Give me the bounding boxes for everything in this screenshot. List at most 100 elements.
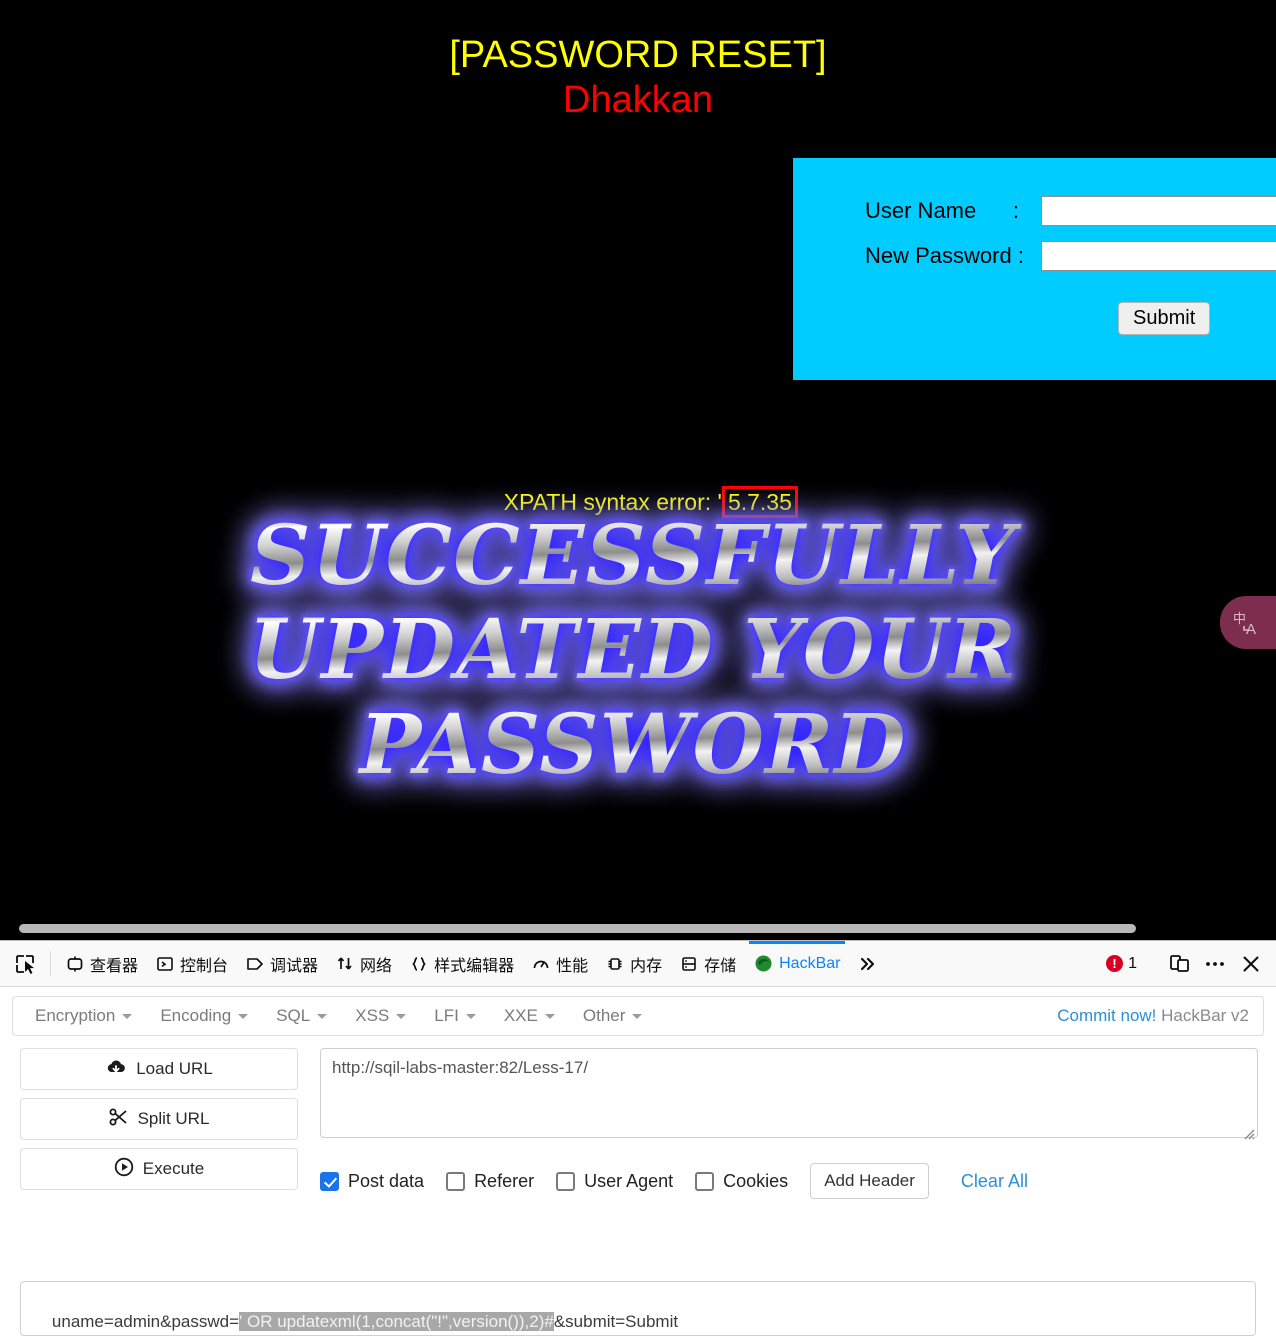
chevron-down-icon [122, 1013, 133, 1019]
scissors-icon [109, 1108, 129, 1131]
menu-sql[interactable]: SQL [262, 1002, 341, 1030]
tab-memory[interactable]: 内存 [597, 941, 671, 986]
hackbar-icon [754, 954, 773, 973]
commit-now-label: Commit now! [1057, 1006, 1157, 1025]
hackbar-url-section: Post data Referer User Agent Cookies Add… [320, 1048, 1258, 1199]
tab-console[interactable]: 控制台 [147, 941, 237, 986]
tab-performance[interactable]: 性能 [523, 941, 597, 986]
menu-xxe[interactable]: XXE [490, 1002, 569, 1030]
debugger-icon [246, 955, 264, 973]
page-subtitle: Dhakkan [563, 78, 713, 121]
hackbar-version-label: HackBar v2 [1156, 1006, 1249, 1025]
play-circle-icon [114, 1157, 134, 1182]
error-count-button[interactable]: ! 1 [1098, 955, 1145, 973]
referer-checkbox[interactable]: Referer [446, 1171, 534, 1192]
tab-network[interactable]: 网络 [327, 941, 401, 986]
tab-storage[interactable]: 存储 [671, 941, 745, 986]
success-line-3: PASSWORD [178, 704, 1088, 786]
tab-inspector[interactable]: 查看器 [57, 941, 147, 986]
devtools-tab-list: 查看器 控制台 调试器 网络 样式编辑器 性能 内存 存储 HackBar [57, 941, 887, 986]
tab-performance-label: 性能 [556, 957, 589, 975]
commit-now-link[interactable]: Commit now! HackBar v2 [1057, 1006, 1255, 1026]
success-line-1: SUCCESSFULLY [169, 515, 1097, 597]
username-row: User Name : [865, 193, 1276, 229]
username-label: User Name : [865, 198, 1020, 223]
tab-inspector-label: 查看器 [90, 957, 139, 975]
tab-debugger[interactable]: 调试器 [237, 941, 327, 986]
post-data-label: Post data [348, 1170, 425, 1191]
checkbox-unchecked-icon [695, 1171, 715, 1191]
post-data-input[interactable]: uname=admin&passwd=' OR updatexml(1,conc… [20, 1281, 1256, 1336]
memory-icon [606, 955, 624, 973]
username-input[interactable] [1040, 196, 1276, 226]
style-editor-icon [410, 955, 428, 973]
referer-label: Referer [474, 1170, 535, 1191]
menu-xss-label: XSS [355, 1006, 390, 1025]
menu-other-label: Other [582, 1006, 626, 1025]
page-horizontal-scrollbar[interactable] [0, 918, 1276, 940]
chevron-down-icon [465, 1013, 476, 1019]
user-agent-checkbox[interactable]: User Agent [556, 1171, 673, 1192]
chevron-double-right-icon [858, 955, 878, 973]
responsive-design-mode-button[interactable] [1162, 947, 1196, 981]
success-line-2: UPDATED YOUR [178, 609, 1088, 691]
user-agent-label: User Agent [584, 1170, 674, 1191]
add-header-button[interactable]: Add Header [810, 1163, 929, 1199]
error-count-label: 1 [1128, 954, 1137, 972]
execute-button[interactable]: Execute [20, 1148, 298, 1190]
scrollbar-thumb[interactable] [19, 924, 1136, 933]
password-row: New Password : [865, 238, 1276, 274]
post-data-checkbox[interactable]: Post data [320, 1171, 424, 1192]
element-picker-icon [16, 954, 34, 974]
hackbar-menubar: Encryption Encoding SQL XSS LFI XXE Othe… [12, 996, 1264, 1036]
devtools-panel: 查看器 控制台 调试器 网络 样式编辑器 性能 内存 存储 HackBar ! … [0, 940, 1276, 1336]
storage-icon [680, 955, 698, 973]
chevron-down-icon [632, 1013, 643, 1019]
clear-all-button[interactable]: Clear All [961, 1171, 1028, 1192]
element-picker-button[interactable] [6, 941, 44, 986]
execute-label: Execute [142, 1159, 205, 1178]
split-url-button[interactable]: Split URL [20, 1098, 298, 1140]
tab-hackbar[interactable]: HackBar [745, 941, 849, 986]
tab-style-editor[interactable]: 样式编辑器 [401, 941, 523, 986]
load-url-button[interactable]: Load URL [20, 1048, 298, 1090]
menu-encryption-label: Encryption [35, 1006, 116, 1025]
close-devtools-button[interactable] [1234, 947, 1268, 981]
cookies-checkbox[interactable]: Cookies [695, 1171, 788, 1192]
post-data-selection: ' OR updatexml(1,concat("!",version()),2… [239, 1312, 554, 1331]
tab-storage-label: 存储 [704, 957, 737, 975]
checkbox-checked-icon [320, 1171, 339, 1191]
checkbox-unchecked-icon [446, 1171, 466, 1191]
toolbar-divider [50, 951, 51, 976]
network-icon [336, 955, 354, 973]
devtools-toolbar: 查看器 控制台 调试器 网络 样式编辑器 性能 内存 存储 HackBar ! … [0, 941, 1276, 987]
tab-memory-label: 内存 [630, 957, 663, 975]
split-url-label: Split URL [137, 1109, 210, 1128]
more-options-button[interactable] [1198, 947, 1232, 981]
tabs-overflow-button[interactable] [849, 941, 887, 986]
submit-row: Submit [1118, 302, 1276, 335]
url-input[interactable] [320, 1048, 1258, 1138]
chevron-down-icon [544, 1013, 555, 1019]
menu-sql-label: SQL [276, 1006, 311, 1025]
devtools-toolbar-actions: ! 1 [1098, 941, 1276, 986]
tab-console-label: 控制台 [180, 957, 229, 975]
menu-encoding-label: Encoding [160, 1006, 232, 1025]
tab-hackbar-label: HackBar [779, 954, 841, 972]
menu-other[interactable]: Other [569, 1002, 657, 1030]
menu-encoding[interactable]: Encoding [146, 1002, 262, 1030]
chevron-down-icon [396, 1013, 407, 1019]
new-password-input[interactable] [1040, 241, 1276, 271]
translate-widget-button[interactable]: 中 A [1220, 596, 1276, 649]
menu-xss[interactable]: XSS [341, 1002, 420, 1030]
close-icon [1243, 956, 1259, 971]
request-options-row: Post data Referer User Agent Cookies Add… [320, 1163, 1258, 1199]
menu-encryption[interactable]: Encryption [21, 1002, 146, 1030]
chevron-down-icon [238, 1013, 249, 1019]
performance-icon [532, 955, 550, 973]
tab-debugger-label: 调试器 [270, 957, 319, 975]
password-label: New Password : [865, 243, 1024, 268]
submit-button[interactable]: Submit [1118, 302, 1211, 335]
chevron-down-icon [317, 1013, 328, 1019]
menu-lfi[interactable]: LFI [420, 1002, 490, 1030]
